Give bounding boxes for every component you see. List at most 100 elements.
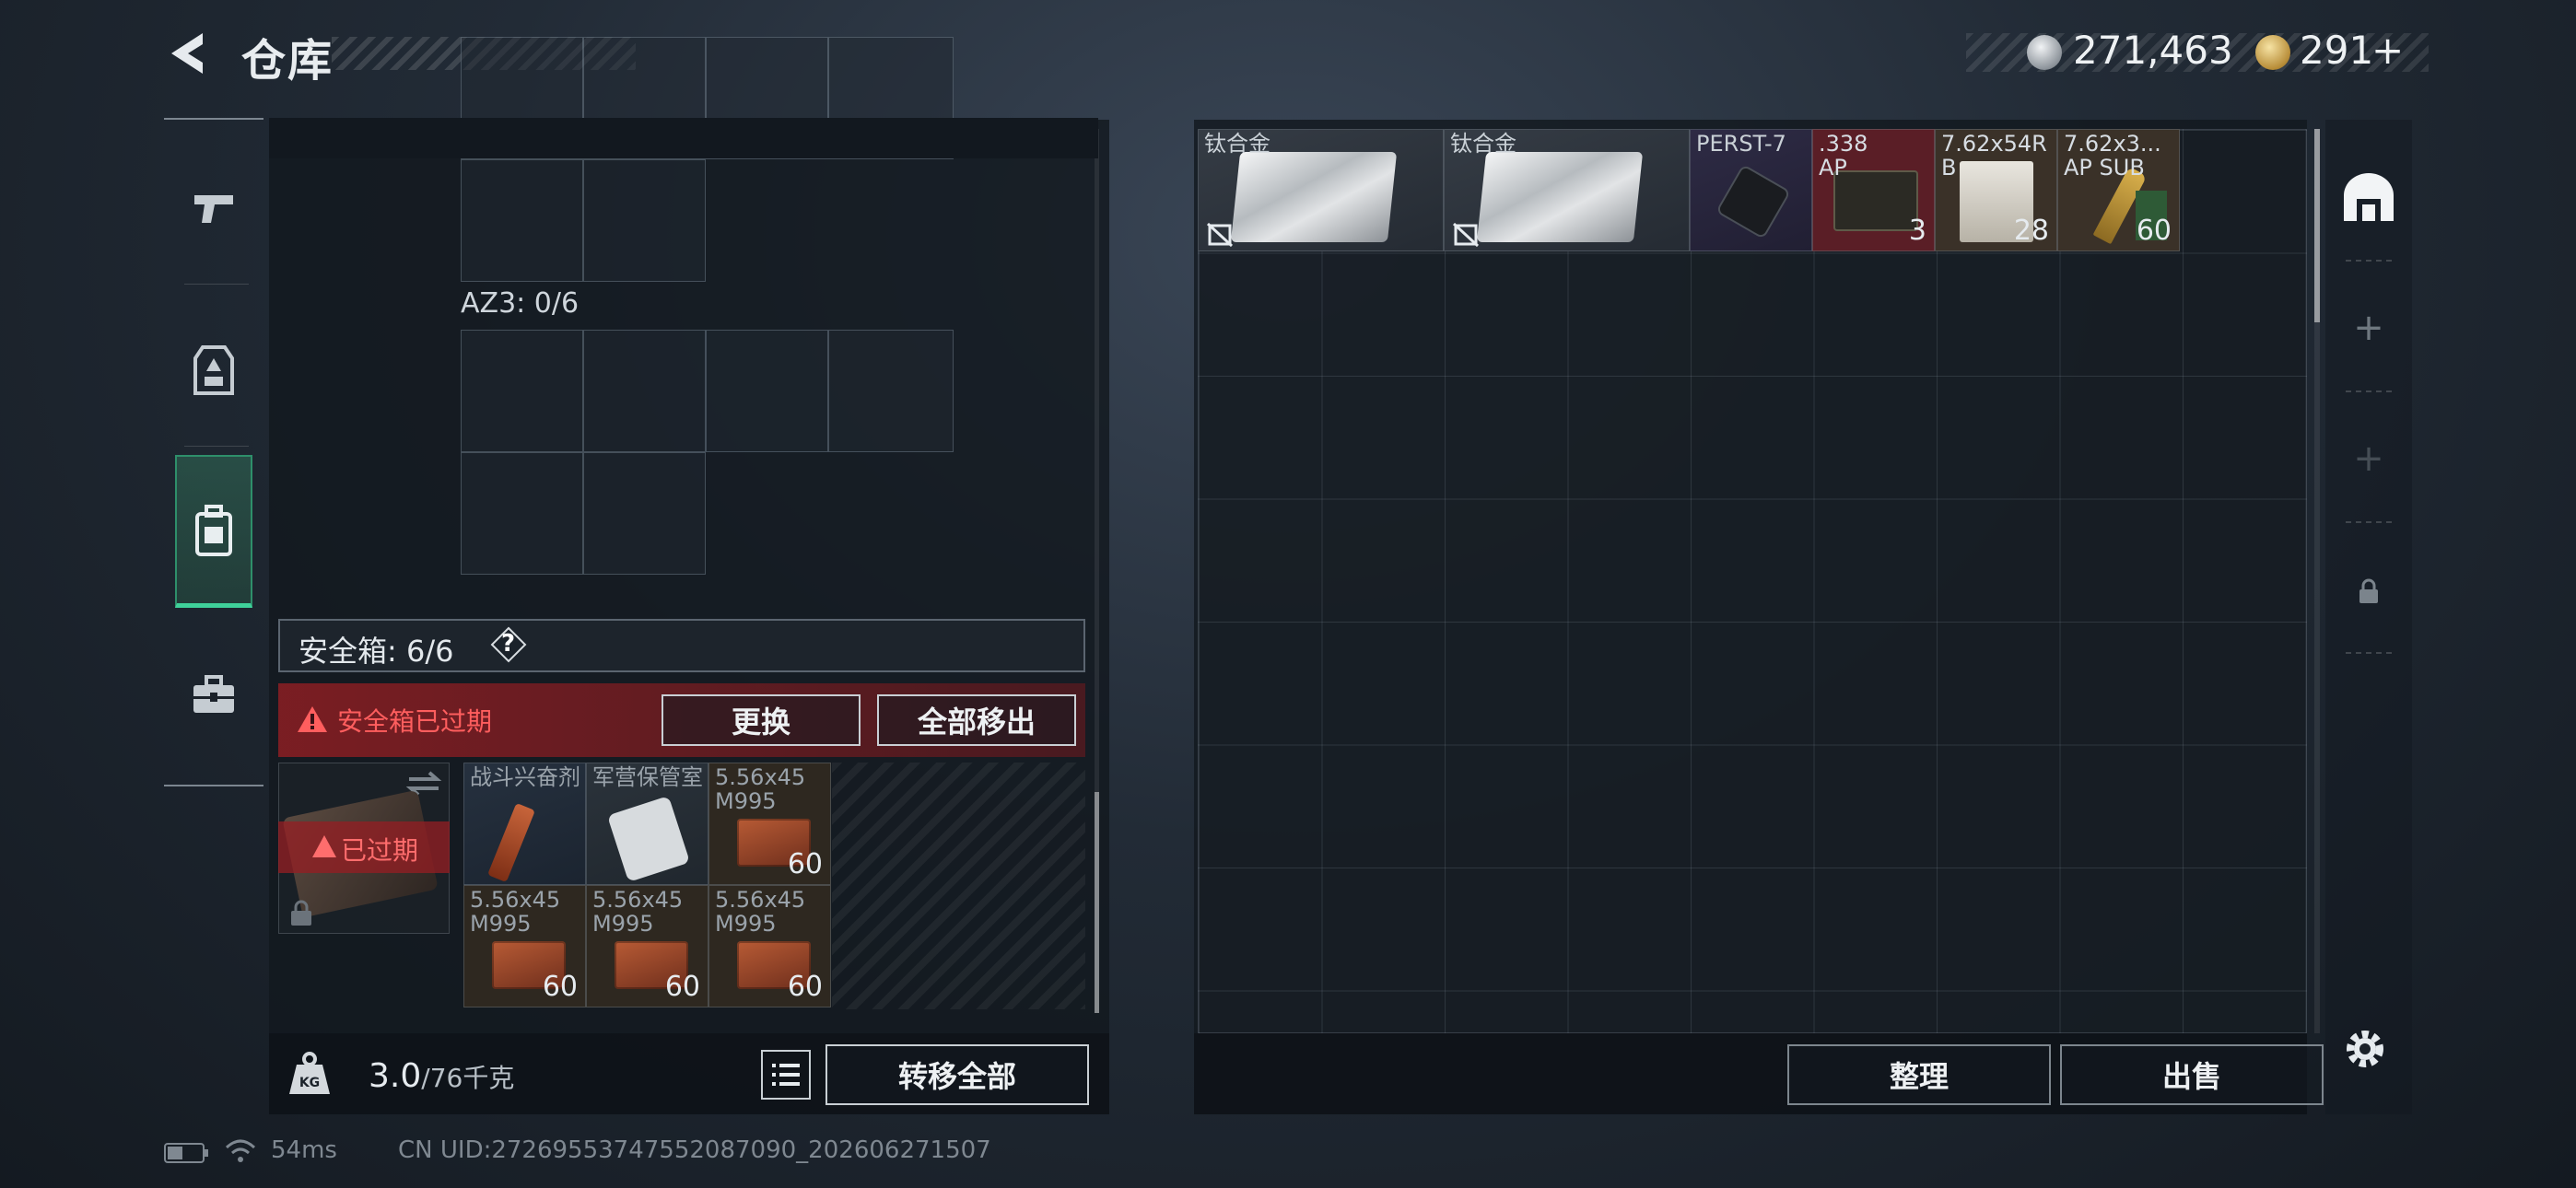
add-gold-button[interactable]: + xyxy=(2371,28,2404,73)
plus-icon: + xyxy=(2353,437,2384,480)
item-name: 战斗兴奋剂 xyxy=(470,764,580,790)
gear-icon xyxy=(2347,1031,2383,1067)
stash-item-762x54r[interactable]: 7.62x54R B 28 xyxy=(1935,129,2057,251)
stash-scrollbar-thumb[interactable] xyxy=(2314,129,2320,322)
gold-coin-icon xyxy=(2255,35,2290,70)
safe-box-capacity: 安全箱: 6/6 xyxy=(299,634,454,669)
nav-armor[interactable] xyxy=(164,297,263,444)
list-icon xyxy=(772,1064,800,1086)
az3-slot[interactable] xyxy=(583,330,706,452)
svg-text:KG: KG xyxy=(299,1076,320,1090)
weight-value: 3.0 xyxy=(369,1057,422,1095)
syringe-image xyxy=(487,802,535,883)
page-title: 仓库 xyxy=(241,35,334,87)
weight-kg-icon: KG xyxy=(289,1052,330,1094)
silver-amount: 271,463 xyxy=(2073,28,2233,73)
nav-divider xyxy=(184,284,249,285)
no-trade-icon xyxy=(1206,222,1234,248)
panel-top-mask xyxy=(269,118,1098,158)
tab-divider xyxy=(2346,521,2392,524)
slot-cell[interactable] xyxy=(583,159,706,282)
gold-amount: 291 xyxy=(2300,28,2374,73)
sort-button[interactable]: 整理 xyxy=(1787,1044,2051,1105)
sell-button[interactable]: 出售 xyxy=(2060,1044,2324,1105)
az3-slot[interactable] xyxy=(828,330,954,452)
keycard-image xyxy=(606,796,691,882)
left-scrollbar-thumb[interactable] xyxy=(1095,792,1099,1013)
item-count: 60 xyxy=(2136,215,2172,247)
backpack-icon xyxy=(195,504,232,556)
user-uid: CN UID:27269553747552087090_202606271507 xyxy=(398,1136,991,1164)
safe-item-ammo[interactable]: 5.56x45 M995 60 xyxy=(708,885,831,1007)
battery-icon xyxy=(164,1143,208,1163)
ping-readout: 54ms xyxy=(271,1136,337,1164)
item-name: PERST-7 xyxy=(1696,131,1786,157)
az3-slot[interactable] xyxy=(461,330,583,452)
item-count: 60 xyxy=(787,848,823,880)
pistol-icon xyxy=(194,195,233,223)
transfer-all-button[interactable]: 转移全部 xyxy=(825,1044,1089,1105)
titanium-image xyxy=(1476,152,1644,242)
warning-icon xyxy=(298,706,327,732)
tab-divider xyxy=(2346,652,2392,655)
item-count: 3 xyxy=(1908,215,1926,247)
locked-slots xyxy=(832,763,1085,1009)
item-name: 5.56x45 M995 xyxy=(715,887,806,937)
stash-item-titanium[interactable]: 钛合金 xyxy=(1444,129,1690,251)
safe-item-key[interactable]: 军营保管室 xyxy=(586,763,708,885)
wifi-icon xyxy=(225,1139,256,1162)
no-trade-icon xyxy=(1452,222,1480,248)
silver-coin-icon xyxy=(2027,35,2062,70)
lock-icon xyxy=(291,900,311,926)
stash-item-338-ap[interactable]: .338 AP 3 xyxy=(1812,129,1935,251)
item-name: 7.62x54R B xyxy=(1941,131,2047,181)
item-name: 军营保管室 xyxy=(592,764,703,790)
tab-divider xyxy=(2346,390,2392,393)
stash-grid[interactable] xyxy=(1198,129,2307,1033)
stash-tab-main[interactable] xyxy=(2325,133,2412,262)
safe-item-ammo[interactable]: 5.56x45 M995 60 xyxy=(463,885,586,1007)
help-button[interactable]: ? xyxy=(490,626,527,663)
toolbox-icon xyxy=(193,675,234,713)
list-view-button[interactable] xyxy=(761,1050,811,1100)
plus-icon: + xyxy=(2353,307,2384,349)
tab-divider xyxy=(2346,260,2392,262)
nav-backpack[interactable] xyxy=(175,455,252,608)
nav-weapons[interactable] xyxy=(164,134,263,282)
weight-readout: 3.0/76千克 xyxy=(369,1057,514,1095)
az3-slot[interactable] xyxy=(706,330,828,452)
stash-item-perst7[interactable]: PERST-7 xyxy=(1690,129,1812,251)
slot-cell[interactable] xyxy=(461,159,583,282)
item-count: 28 xyxy=(2013,215,2049,247)
item-name: .338 AP xyxy=(1819,131,1868,181)
locked-stash-tab[interactable] xyxy=(2325,527,2412,656)
item-name: 钛合金 xyxy=(1204,131,1270,157)
add-stash-tab-button[interactable]: + xyxy=(2325,394,2412,523)
armor-vest-icon xyxy=(193,345,234,395)
stash-vault-icon xyxy=(2344,173,2394,221)
lock-icon xyxy=(2359,578,2378,603)
nav-divider xyxy=(184,446,249,447)
item-name: 钛合金 xyxy=(1450,131,1516,157)
remove-all-button[interactable]: 全部移出 xyxy=(877,694,1076,746)
az3-slot[interactable] xyxy=(461,452,583,575)
item-count: 60 xyxy=(542,971,578,1003)
safe-item-ammo[interactable]: 5.56x45 M995 60 xyxy=(586,885,708,1007)
settings-button[interactable] xyxy=(2340,1024,2390,1074)
expired-warning-text: 安全箱已过期 xyxy=(337,706,493,737)
stash-item-762x39[interactable]: 7.62x3... AP SUB 60 xyxy=(2057,129,2180,251)
optic-image xyxy=(1717,166,1789,238)
expired-label: 已过期 xyxy=(341,835,419,866)
item-count: 60 xyxy=(664,971,700,1003)
replace-button[interactable]: 更换 xyxy=(662,694,861,746)
weight-max: /76千克 xyxy=(421,1063,515,1093)
add-stash-tab-button[interactable]: + xyxy=(2325,263,2412,392)
az3-slot[interactable] xyxy=(583,452,706,575)
nav-toolbox[interactable] xyxy=(164,621,263,768)
safe-item-ammo[interactable]: 5.56x45 M995 60 xyxy=(708,763,831,885)
back-button[interactable] xyxy=(166,29,212,77)
item-count: 60 xyxy=(787,971,823,1003)
item-name: 5.56x45 M995 xyxy=(470,887,561,937)
safe-item-stimulant[interactable]: 战斗兴奋剂 xyxy=(463,763,586,885)
stash-item-titanium[interactable]: 钛合金 xyxy=(1198,129,1444,251)
